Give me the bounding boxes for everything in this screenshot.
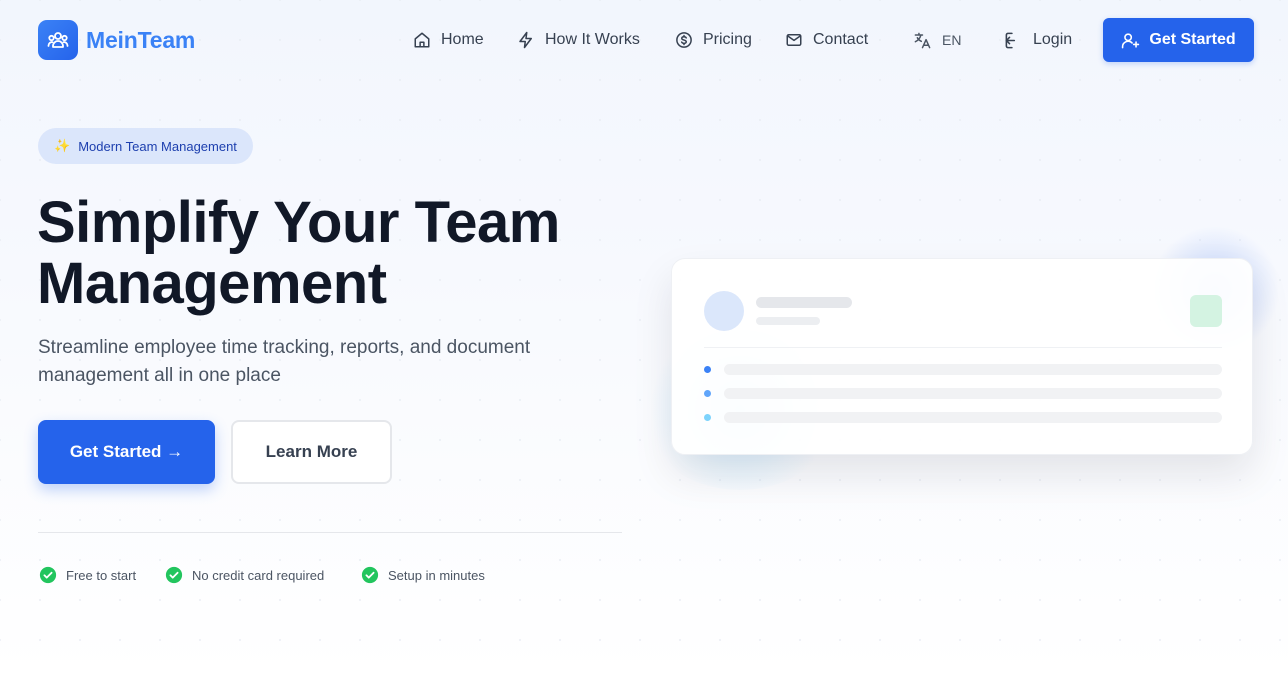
language-label: EN (942, 32, 962, 48)
hero-badge: ✨ Modern Team Management (38, 128, 253, 164)
login-label: Login (1033, 31, 1073, 48)
home-icon (414, 32, 430, 48)
placeholder-bullet (704, 390, 711, 397)
learn-more-button[interactable]: Learn More (231, 420, 392, 484)
hero-title: Simplify Your Team Management (37, 192, 657, 314)
nav-item-contact[interactable]: Contact (785, 29, 868, 51)
check-circle-icon (165, 566, 183, 584)
feature-label: Setup in minutes (388, 567, 485, 583)
login-link[interactable]: Login (1004, 29, 1072, 51)
placeholder-row-line (724, 412, 1222, 423)
feature-item: No credit card required (165, 566, 324, 584)
user-plus-icon (1122, 32, 1140, 48)
nav-item-home[interactable]: Home (413, 29, 484, 51)
feature-item: Free to start (39, 566, 136, 584)
placeholder-subtitle-line (756, 317, 820, 325)
nav-item-label: How It Works (545, 31, 640, 48)
mail-icon (786, 34, 802, 46)
top-navbar: MeinTeam Home How It Works Pricing Conta… (0, 0, 1288, 80)
hero-badge-label: Modern Team Management (78, 138, 237, 154)
hero-divider (38, 532, 622, 533)
placeholder-row-line (724, 388, 1222, 399)
hero-subtitle: Streamline employee time tracking, repor… (38, 337, 531, 386)
dashboard-preview-card (671, 258, 1253, 455)
feature-label: Free to start (66, 567, 137, 583)
hero-title-line-1: Simplify Your Team (37, 190, 560, 255)
placeholder-bullet (704, 414, 711, 421)
feature-label: No credit card required (192, 567, 325, 583)
sparkles-icon: ✨ (54, 138, 71, 153)
language-switcher[interactable]: EN (913, 29, 961, 51)
check-circle-icon (361, 566, 379, 584)
placeholder-avatar (704, 291, 744, 331)
team-icon (38, 20, 78, 60)
get-started-button[interactable]: Get Started → (38, 420, 215, 484)
check-circle-icon (39, 566, 57, 584)
lightning-icon (519, 31, 532, 49)
brand-name: MeinTeam (86, 26, 196, 53)
nav-item-label: Contact (813, 31, 869, 48)
brand-logo-link[interactable]: MeinTeam (38, 20, 195, 60)
nav-item-label: Home (441, 31, 484, 48)
dollar-icon (676, 32, 692, 48)
card-divider (704, 347, 1222, 348)
placeholder-bullet (704, 366, 711, 373)
nav-item-label: Pricing (703, 31, 752, 48)
nav-item-how-it-works[interactable]: How It Works (517, 29, 640, 51)
get-started-nav-button[interactable]: Get Started (1103, 18, 1254, 62)
feature-item: Setup in minutes (361, 566, 485, 584)
translate-icon (914, 32, 931, 48)
get-started-nav-label: Get Started (1149, 31, 1236, 48)
placeholder-status-tag (1190, 295, 1222, 327)
login-icon (1005, 32, 1016, 48)
placeholder-row-line (724, 364, 1222, 375)
nav-item-pricing[interactable]: Pricing (675, 29, 752, 51)
hero-title-line-2: Management (37, 251, 387, 316)
placeholder-title-line (756, 297, 852, 308)
